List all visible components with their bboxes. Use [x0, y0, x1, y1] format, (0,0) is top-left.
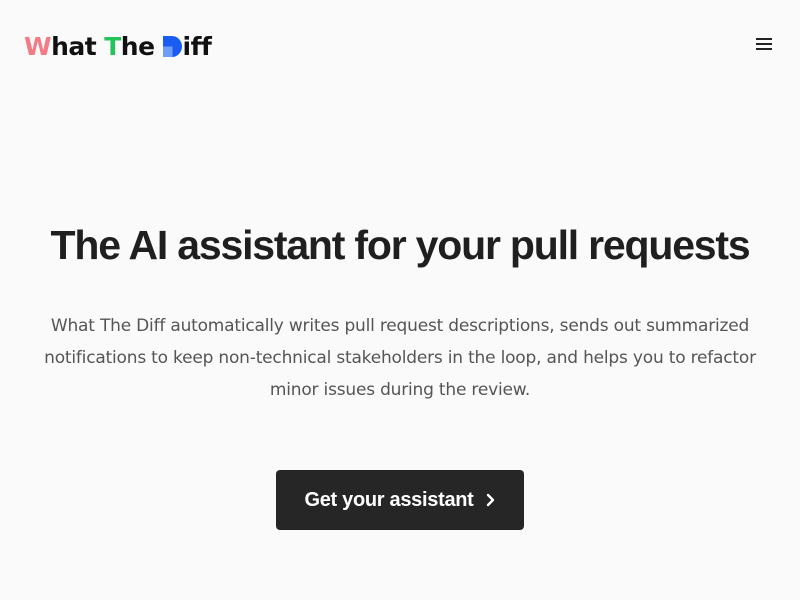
- hero-section: The AI assistant for your pull requests …: [0, 200, 800, 406]
- logo-word-the: The: [104, 31, 155, 61]
- logo-letter-w: W: [24, 31, 52, 61]
- cta-label: Get your assistant: [304, 488, 474, 511]
- cta-container: Get your assistant: [276, 470, 524, 530]
- hero-title: The AI assistant for your pull requests: [50, 222, 751, 268]
- logo-text-he: he: [120, 31, 155, 61]
- logo-text-iff: iff: [182, 31, 212, 61]
- landing-page: What The iff The AI assistant for your p…: [0, 0, 800, 600]
- logo-letter-t: T: [104, 31, 121, 61]
- hamburger-menu-button[interactable]: [752, 32, 776, 56]
- chevron-right-icon: [486, 493, 496, 507]
- brand-logo[interactable]: What The iff: [24, 30, 212, 62]
- site-header: What The iff: [0, 0, 800, 92]
- logo-text-hat: hat: [51, 31, 97, 61]
- hero-description: What The Diff automatically writes pull …: [44, 316, 756, 400]
- logo-d-shape-icon: [162, 35, 182, 57]
- logo-word-what: What: [24, 31, 97, 61]
- hamburger-menu-icon: [756, 38, 772, 50]
- logo-word-diff: iff: [162, 31, 212, 61]
- get-your-assistant-button[interactable]: Get your assistant: [276, 470, 524, 530]
